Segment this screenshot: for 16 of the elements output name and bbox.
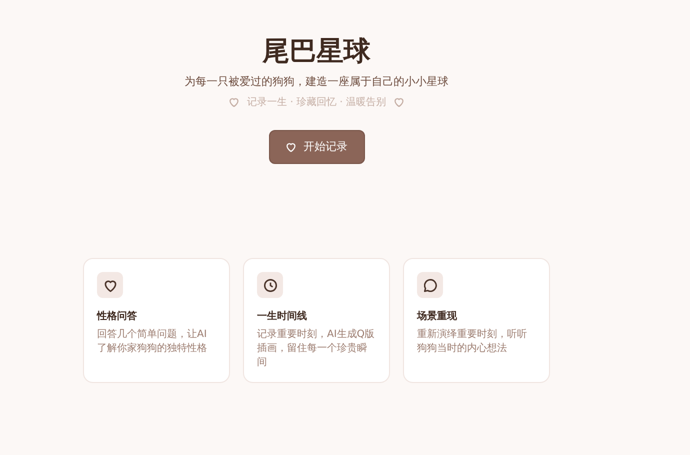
feature-title: 场景重现: [417, 310, 458, 324]
heart-icon: [394, 97, 404, 108]
heart-icon: [104, 278, 116, 292]
feature-description: 重新演绎重要时刻，听听狗狗当时的内心想法: [417, 328, 528, 356]
feature-title: 性格问答: [97, 310, 138, 324]
tagline: 记录一生 · 珍藏回忆 · 温暖告别: [246, 96, 386, 110]
heart-icon: [286, 142, 296, 152]
start-button[interactable]: 开始记录: [268, 130, 364, 164]
subtitle: 为每一只被爱过的狗狗，建造一座属于自己的小小星球: [184, 74, 450, 90]
chat-icon: [424, 278, 436, 292]
feature-description: 回答几个简单问题，让AI了解你家狗狗的独特性格: [97, 328, 208, 356]
feature-description: 记录重要时刻，AI生成Q版插画，留住每一个珍贵瞬间: [257, 328, 376, 370]
app-title: 尾巴星球: [261, 36, 372, 68]
clock-icon: [264, 278, 276, 292]
feature-title: 一生时间线: [257, 310, 308, 324]
heart-icon: [228, 97, 239, 108]
